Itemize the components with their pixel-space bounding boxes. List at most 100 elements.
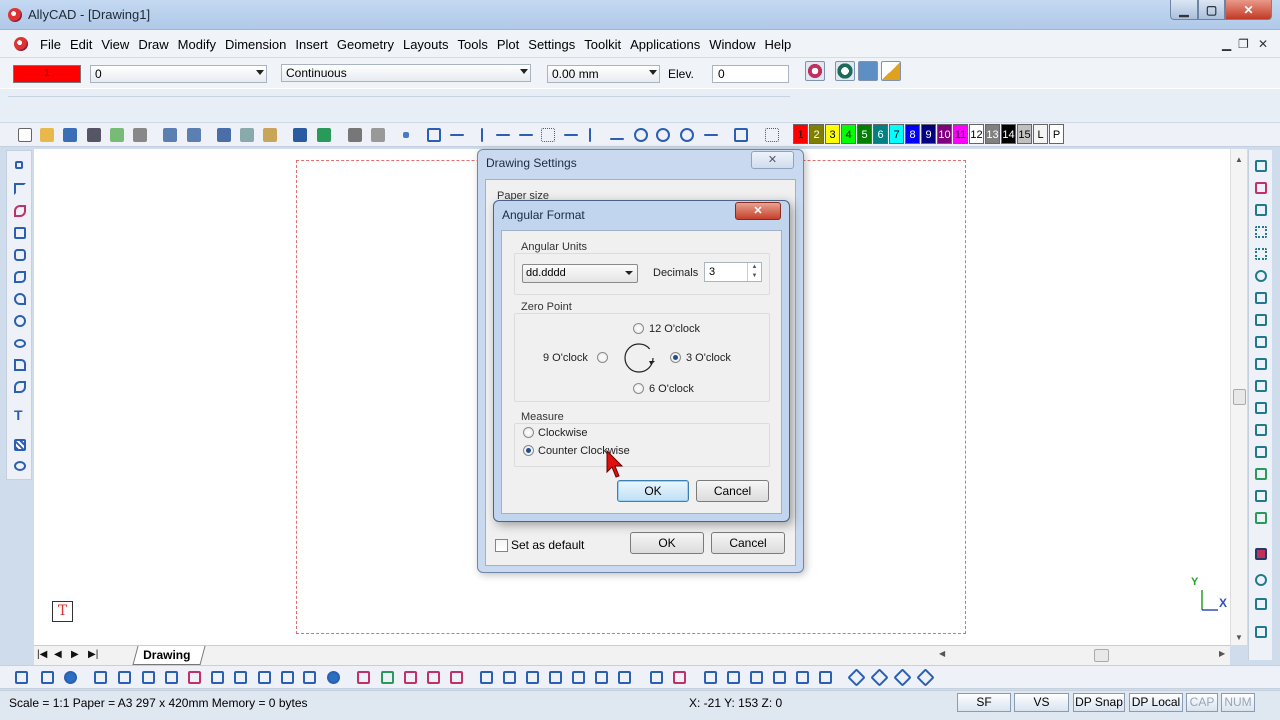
lineweight-combo[interactable]: 0.00 mm xyxy=(547,65,660,83)
status-dp-snap-button[interactable]: DP Snap xyxy=(1073,693,1125,712)
hatch-tool-icon[interactable] xyxy=(14,439,26,451)
iso-view-4-icon[interactable] xyxy=(773,671,786,684)
polygon-tool-icon[interactable] xyxy=(14,249,26,261)
angular-units-combo[interactable]: dd.dddd xyxy=(522,264,638,283)
color-button-9[interactable]: 9 xyxy=(921,124,936,144)
open-icon[interactable] xyxy=(40,128,54,142)
linetype-combo[interactable]: Continuous xyxy=(281,64,531,82)
menu-help[interactable]: Help xyxy=(763,37,799,52)
menu-file[interactable]: File xyxy=(39,37,69,52)
leader-icon[interactable] xyxy=(549,671,562,684)
dimension-radius-icon[interactable] xyxy=(427,671,440,684)
rotate-icon[interactable] xyxy=(1255,270,1267,282)
array-icon[interactable] xyxy=(1255,204,1267,216)
dimension-aligned-icon[interactable] xyxy=(381,671,394,684)
dimension-diameter-icon[interactable] xyxy=(450,671,463,684)
circle-tool-icon[interactable] xyxy=(14,315,26,327)
close-button[interactable]: ✕ xyxy=(1225,0,1272,20)
spinner-arrows-icon[interactable]: ▲ ▼ xyxy=(747,263,761,281)
drawing-settings-cancel-button[interactable]: Cancel xyxy=(711,532,785,554)
line-snap-icon[interactable] xyxy=(450,134,464,136)
vertical-icon[interactable] xyxy=(589,128,591,142)
cut-icon[interactable] xyxy=(217,128,231,142)
menu-toolkit[interactable]: Toolkit xyxy=(583,37,629,52)
color-button-bylayer[interactable]: L xyxy=(1033,124,1048,144)
horizontal-scrollbar[interactable]: ◀ ▶ xyxy=(939,649,1259,663)
drawing-settings-ok-button[interactable]: OK xyxy=(630,532,704,554)
mdi-close-button[interactable]: ✕ xyxy=(1258,37,1268,51)
polyline-tool-icon[interactable] xyxy=(14,205,26,217)
dialog-close-button[interactable]: ✕ xyxy=(735,202,781,220)
trim-icon[interactable] xyxy=(1255,336,1267,348)
zoom-previous-icon[interactable] xyxy=(142,671,155,684)
perpendicular-icon[interactable] xyxy=(481,128,483,142)
color-selector[interactable]: 1 xyxy=(13,65,81,83)
undo-icon[interactable] xyxy=(293,128,307,142)
minimize-button[interactable]: ▁ xyxy=(1170,0,1198,20)
chamfer-icon[interactable] xyxy=(1255,424,1267,436)
hscroll-thumb[interactable] xyxy=(1094,649,1109,662)
zero-9-radio[interactable] xyxy=(597,352,608,363)
zero-3-radio[interactable] xyxy=(670,352,681,363)
menu-insert[interactable]: Insert xyxy=(294,37,336,52)
color-button-1[interactable]: 1 xyxy=(793,124,808,144)
color-button-14[interactable]: 14 xyxy=(1001,124,1016,144)
color-button-2[interactable]: 2 xyxy=(809,124,824,144)
scroll-left-icon[interactable]: ◀ xyxy=(939,649,945,658)
menu-window[interactable]: Window xyxy=(708,37,763,52)
dimension-baseline-icon[interactable] xyxy=(503,671,516,684)
window-select-icon[interactable] xyxy=(734,128,748,142)
arc-tool-icon[interactable] xyxy=(14,293,26,305)
move-icon[interactable] xyxy=(1255,160,1267,172)
new-icon[interactable] xyxy=(18,128,32,142)
extension-icon[interactable] xyxy=(519,134,533,136)
document-icon[interactable] xyxy=(14,37,28,51)
line-tool-icon[interactable] xyxy=(14,183,26,195)
import-dwg-icon[interactable] xyxy=(87,128,101,142)
iso-view-1-icon[interactable] xyxy=(704,671,717,684)
tangent-icon[interactable] xyxy=(564,134,578,136)
explode-icon[interactable] xyxy=(1255,490,1267,502)
point-icon[interactable] xyxy=(403,132,409,138)
orbit-4-icon[interactable] xyxy=(916,668,935,687)
dimension-continue-icon[interactable] xyxy=(526,671,539,684)
save-icon[interactable] xyxy=(63,128,77,142)
maximize-button[interactable]: ▢ xyxy=(1198,0,1225,20)
menu-tools[interactable]: Tools xyxy=(457,37,496,52)
snap-icon[interactable] xyxy=(835,61,855,81)
iso-view-5-icon[interactable] xyxy=(796,671,809,684)
color-button-pen[interactable]: P xyxy=(1049,124,1064,144)
print-icon[interactable] xyxy=(133,128,147,142)
zero-12-radio[interactable] xyxy=(633,323,644,334)
spline-tool-icon[interactable] xyxy=(14,271,26,283)
paste-icon[interactable] xyxy=(263,128,277,142)
angular-format-cancel-button[interactable]: Cancel xyxy=(696,480,769,502)
dimension-ordinate-icon[interactable] xyxy=(480,671,493,684)
dialog-close-button[interactable]: ✕ xyxy=(751,151,794,169)
menu-draw[interactable]: Draw xyxy=(137,37,176,52)
layer-manager-icon[interactable] xyxy=(371,128,385,142)
arc-icon[interactable] xyxy=(634,128,648,142)
menu-applications[interactable]: Applications xyxy=(629,37,708,52)
iso-view-6-icon[interactable] xyxy=(819,671,832,684)
color-button-15[interactable]: 15 xyxy=(1017,124,1032,144)
zoom-extents-icon[interactable] xyxy=(94,671,107,684)
quadrant-icon[interactable] xyxy=(680,128,694,142)
redo-icon[interactable] xyxy=(317,128,331,142)
help-icon[interactable] xyxy=(64,671,77,684)
zoom-window-icon[interactable] xyxy=(15,671,28,684)
status-sf-button[interactable]: SF xyxy=(957,693,1011,712)
divide-icon[interactable] xyxy=(1255,512,1267,524)
copy-tool-icon[interactable] xyxy=(1255,182,1267,194)
align-icon[interactable] xyxy=(1255,468,1267,480)
ally-logo-icon[interactable] xyxy=(805,61,825,81)
app-icon[interactable] xyxy=(8,8,22,22)
menu-edit[interactable]: Edit xyxy=(69,37,100,52)
decimals-spinner[interactable]: 3 ▲ ▼ xyxy=(704,262,762,282)
orbit-2-icon[interactable] xyxy=(870,668,889,687)
info-icon[interactable] xyxy=(327,671,340,684)
color-button-8[interactable]: 8 xyxy=(905,124,920,144)
color-button-10[interactable]: 10 xyxy=(937,124,952,144)
mirror-icon[interactable] xyxy=(1255,248,1267,260)
properties-icon[interactable] xyxy=(881,61,901,81)
